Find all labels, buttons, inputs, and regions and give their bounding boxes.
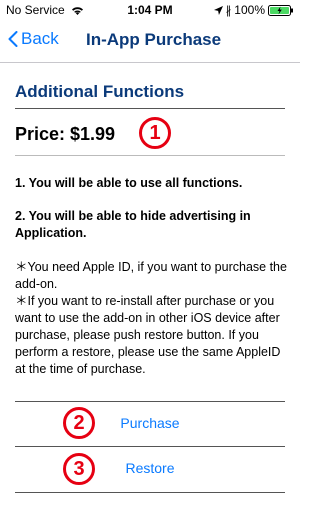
price-label: Price: $1.99 — [15, 124, 116, 144]
in-app-purchase-screen: No Service 1:04 PM ∦ 100% Back In-App Pu… — [0, 0, 300, 532]
bluetooth-icon: ∦ — [225, 4, 232, 17]
function-item-1: 1. You will be able to use all functions… — [15, 176, 243, 190]
battery-percent: 100% — [234, 3, 265, 17]
location-arrow-icon — [213, 5, 223, 15]
marker-3: 3 — [63, 453, 95, 485]
marker-1: 1 — [139, 117, 171, 149]
section-title: Additional Functions — [15, 82, 185, 101]
status-bar: No Service 1:04 PM ∦ 100% — [0, 0, 300, 20]
divider — [15, 108, 285, 109]
purchase-label: Purchase — [120, 415, 180, 431]
back-button[interactable]: Back — [8, 29, 59, 49]
restore-label: Restore — [125, 460, 175, 476]
battery-charging-icon — [268, 4, 293, 16]
purchase-button[interactable]: Purchase — [15, 402, 285, 446]
notes-block: ＊You need Apple ID, if you want to purch… — [15, 259, 290, 378]
function-item-2: 2. You will be able to hide advertising … — [15, 209, 251, 240]
page-title: In-App Purchase — [86, 30, 222, 49]
divider — [15, 492, 285, 493]
note-restore: ＊If you want to re-install after purchas… — [15, 294, 281, 376]
marker-2: 2 — [63, 407, 95, 439]
status-right: ∦ 100% — [213, 3, 294, 17]
back-label: Back — [21, 29, 59, 48]
divider — [15, 155, 285, 156]
navigation-bar: Back In-App Purchase — [0, 20, 300, 63]
restore-button[interactable]: Restore — [15, 447, 285, 491]
note-apple-id: ＊You need Apple ID, if you want to purch… — [15, 260, 287, 291]
chevron-left-icon — [8, 31, 18, 47]
